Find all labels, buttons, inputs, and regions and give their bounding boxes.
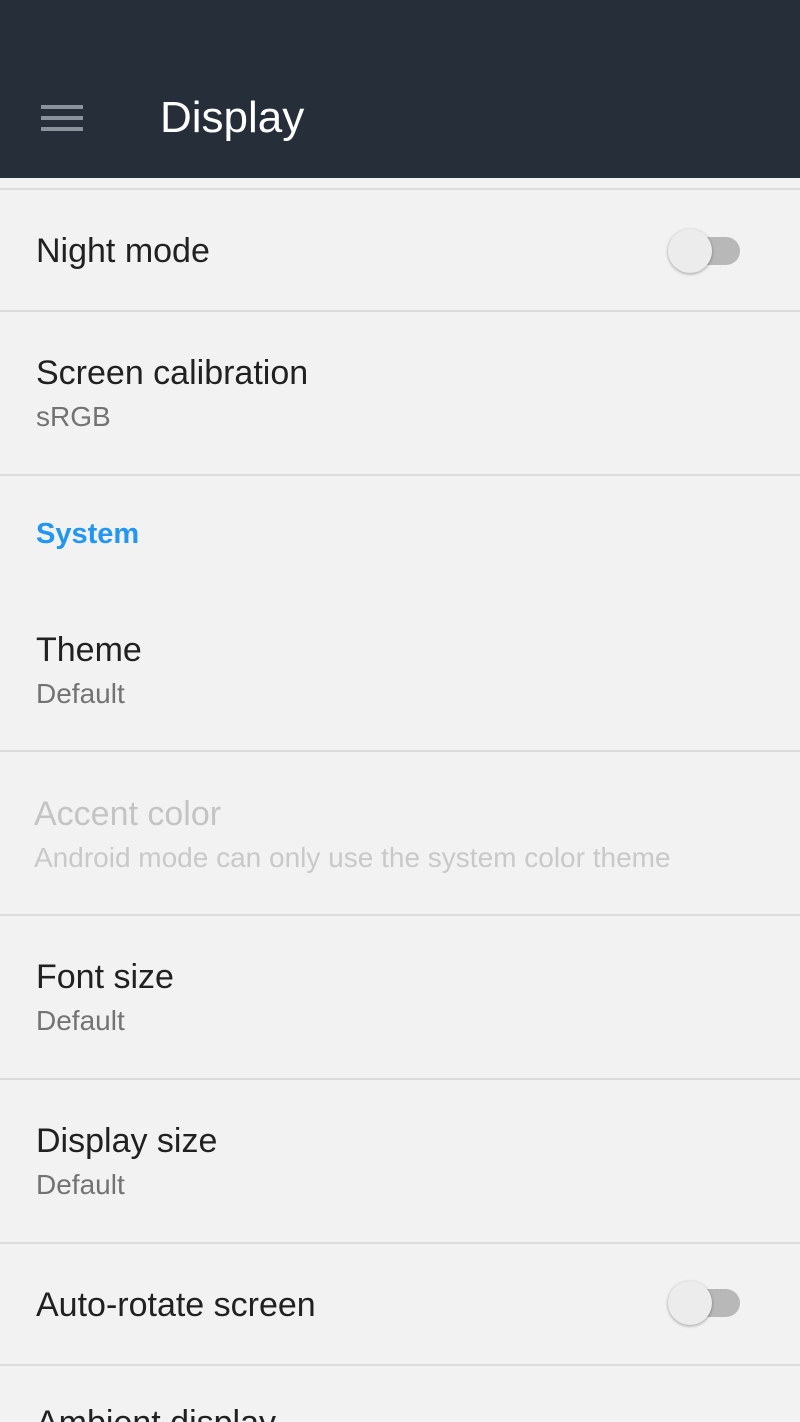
- switch-thumb: [668, 1281, 712, 1325]
- page-title: Display: [160, 93, 305, 142]
- hamburger-menu-icon: [41, 105, 83, 131]
- ambient-display-setting[interactable]: Ambient display: [0, 1366, 800, 1422]
- divider: [0, 474, 800, 476]
- display-size-value: Default: [36, 1169, 125, 1200]
- display-size-setting[interactable]: Display size Default: [0, 1080, 800, 1242]
- auto-rotate-setting[interactable]: Auto-rotate screen: [0, 1244, 800, 1364]
- screen-calibration-label: Screen calibration: [36, 354, 309, 392]
- section-header-system: System: [36, 518, 140, 550]
- accent-color-setting: Accent color Android mode can only use t…: [0, 752, 800, 914]
- theme-label: Theme: [36, 631, 142, 669]
- theme-setting[interactable]: Theme Default: [0, 578, 800, 750]
- ambient-display-label: Ambient display: [36, 1403, 276, 1422]
- screen-calibration-value: sRGB: [36, 401, 111, 432]
- font-size-setting[interactable]: Font size Default: [0, 916, 800, 1078]
- accent-color-summary: Android mode can only use the system col…: [34, 842, 671, 873]
- font-size-label: Font size: [36, 958, 174, 996]
- screen-calibration-setting[interactable]: Screen calibration sRGB: [0, 312, 800, 474]
- auto-rotate-label: Auto-rotate screen: [36, 1286, 316, 1324]
- display-size-label: Display size: [36, 1122, 218, 1160]
- menu-button[interactable]: [26, 90, 98, 146]
- switch-thumb: [668, 229, 712, 273]
- theme-value: Default: [36, 678, 125, 709]
- app-bar: Display: [0, 0, 800, 178]
- night-mode-switch[interactable]: [668, 229, 742, 273]
- settings-list[interactable]: Night mode Screen calibration sRGB Syste…: [0, 178, 800, 1422]
- night-mode-setting[interactable]: Night mode: [0, 190, 800, 310]
- night-mode-label: Night mode: [36, 232, 210, 270]
- font-size-value: Default: [36, 1005, 125, 1036]
- accent-color-label: Accent color: [34, 795, 222, 833]
- auto-rotate-switch[interactable]: [668, 1281, 742, 1325]
